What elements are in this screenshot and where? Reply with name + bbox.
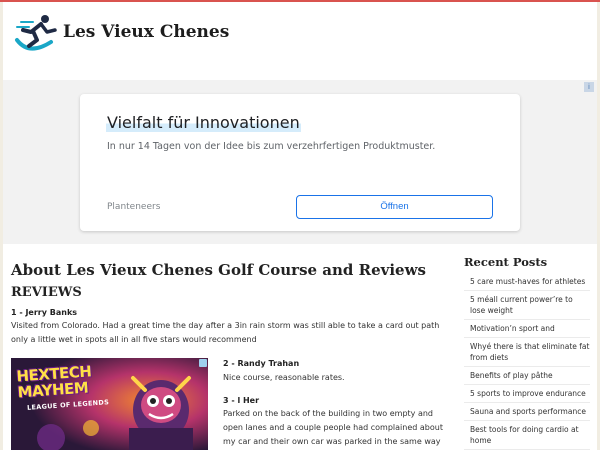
sidebar: Recent Posts 5 care must-haves for athle… — [464, 244, 594, 450]
runner-logo-icon — [15, 15, 57, 51]
sidebar-title: Recent Posts — [464, 255, 548, 269]
sidebar-item-post[interactable]: Sauna and sports performance — [464, 403, 590, 421]
ad-description: In nur 14 Tagen von der Idee bis zum ver… — [107, 141, 436, 152]
review-text: Parked on the back of the building in tw… — [223, 409, 443, 446]
main-content: About Les Vieux Chenes Golf Course and R… — [3, 244, 597, 450]
sidebar-item-post[interactable]: Best tools for doing cardio at home — [464, 421, 590, 450]
site-logo-link[interactable]: Les Vieux Chenes — [11, 12, 251, 56]
review-text: Visited from Colorado. Had a great time … — [11, 321, 440, 344]
ad-card[interactable]: Vielfalt für Innovationen In nur 14 Tage… — [80, 94, 520, 231]
sidebar-item-post[interactable]: Motivation’n sport and — [464, 320, 590, 338]
sidebar-item-post[interactable]: 5 care must-haves for athletes — [464, 273, 590, 291]
game-ad-image[interactable]: HEXTECH MAYHEM LEAGUE OF LEGENDS — [11, 358, 208, 450]
sidebar-item-post[interactable]: Whyé there is that eliminate fat from di… — [464, 338, 590, 367]
sidebar-item-post[interactable]: Benefits of play pâthe — [464, 367, 590, 385]
reviews-heading: REVIEWS — [11, 285, 82, 300]
review-author: 2 - Randy Trahan — [223, 359, 300, 368]
sidebar-item-post[interactable]: 5 sports to improve endurance — [464, 385, 590, 403]
review-author: 3 - l Her — [223, 396, 260, 405]
review-text: Nice course, reasonable rates. — [223, 373, 345, 382]
ad-info-icon[interactable]: i — [584, 82, 594, 92]
page: Les Vieux Chenes i Vielfalt für Innovati… — [3, 2, 597, 450]
advertisement-banner: i Vielfalt für Innovationen In nur 14 Ta… — [3, 80, 597, 244]
ad-choices-icon[interactable] — [199, 359, 207, 367]
sidebar-item-post[interactable]: 5 méall current power’re to lose weight — [464, 291, 590, 320]
recent-posts-list: 5 care must-haves for athletes 5 méall c… — [464, 273, 590, 450]
site-title: Les Vieux Chenes — [63, 22, 230, 42]
review-author: 1 - Jerry Banks — [11, 308, 78, 317]
ad-open-button[interactable]: Öffnen — [296, 195, 493, 219]
site-header: Les Vieux Chenes — [3, 2, 597, 80]
page-title: About Les Vieux Chenes Golf Course and R… — [11, 261, 426, 279]
ad-advertiser[interactable]: Planteneers — [107, 202, 160, 212]
ad-headline[interactable]: Vielfalt für Innovationen — [106, 113, 301, 132]
